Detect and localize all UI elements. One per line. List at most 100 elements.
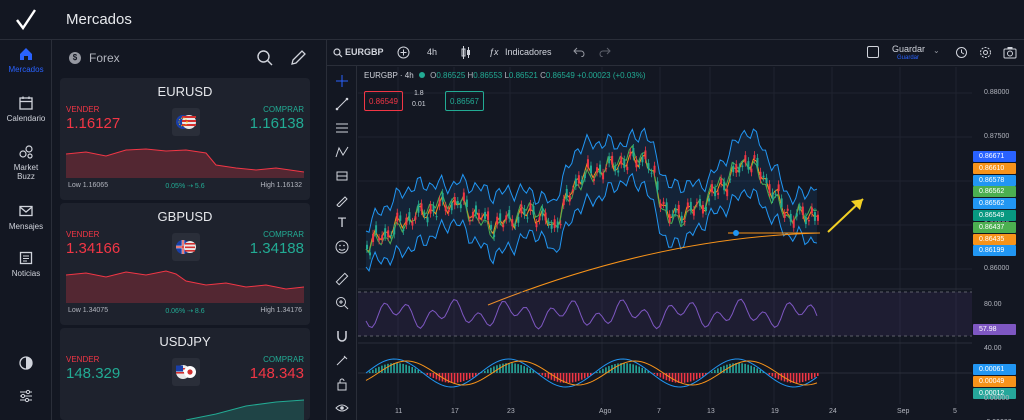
candle-body	[671, 213, 674, 217]
brush-icon[interactable]	[335, 193, 349, 207]
macd-histogram-bar	[759, 369, 762, 373]
edit-icon[interactable]	[289, 49, 307, 67]
sell-price-button[interactable]: 1.34166	[66, 240, 120, 257]
candle-body	[393, 228, 396, 235]
pattern-icon[interactable]	[335, 145, 349, 159]
buy-price-button[interactable]: 148.343	[250, 365, 304, 382]
candle-body	[387, 230, 390, 238]
price-axis[interactable]: 0.880000.875000.870000.865000.860000.866…	[972, 67, 1024, 420]
macd-histogram-bar	[574, 373, 577, 382]
calendar-icon	[19, 96, 33, 110]
chevron-down-icon[interactable]: ⌄	[933, 46, 940, 55]
ruler-icon[interactable]	[335, 272, 349, 286]
eye-icon[interactable]	[335, 401, 349, 415]
text-tool-icon[interactable]: T	[335, 214, 349, 230]
sell-button[interactable]: 0.86549	[364, 91, 403, 111]
candle-body	[456, 200, 459, 205]
sidebar-item-market-buzz[interactable]: Market Buzz	[0, 144, 52, 181]
buy-button[interactable]: 0.86567	[445, 91, 484, 111]
save-button[interactable]: Guardar	[892, 44, 925, 54]
sidebar-item-noticias[interactable]: Noticias	[0, 250, 52, 278]
macd-histogram-bar	[771, 373, 774, 377]
macd-histogram-bar	[701, 373, 704, 377]
candle-body	[677, 204, 680, 214]
app-logo-icon[interactable]	[14, 8, 38, 32]
magnet-icon[interactable]	[335, 329, 349, 343]
undo-icon[interactable]	[573, 47, 585, 57]
sell-price-button[interactable]: 1.16127	[66, 115, 120, 132]
lock-icon[interactable]	[335, 377, 349, 391]
alert-clock-icon[interactable]	[955, 46, 968, 59]
macd-histogram-bar	[444, 373, 447, 383]
candle-body	[795, 213, 798, 217]
candle-body	[596, 167, 599, 173]
market-card-eurusd[interactable]: EURUSD VENDER COMPRAR 1.16127 1.16138 Lo…	[60, 78, 310, 200]
eu-us-flag-icon	[172, 108, 200, 136]
sidebar-item-mensajes[interactable]: Mensajes	[0, 203, 52, 231]
candle-body	[526, 217, 529, 219]
macd-histogram-bar	[813, 373, 816, 378]
lock-drawing-icon[interactable]	[335, 353, 349, 367]
market-card-usdjpy[interactable]: USDJPY VENDER COMPRAR 148.329 148.343	[60, 328, 310, 420]
macd-histogram-bar	[635, 365, 637, 373]
trendline-icon[interactable]	[335, 97, 349, 111]
layout-icon[interactable]	[867, 46, 879, 58]
theme-toggle-icon[interactable]	[18, 355, 34, 371]
macd-histogram-bar	[583, 373, 586, 379]
market-card-gbpusd[interactable]: GBPUSD VENDER COMPRAR 1.34166 1.34188 Lo…	[60, 203, 310, 325]
sidebar-item-calendario[interactable]: Calendario	[0, 95, 52, 123]
macd-histogram-bar	[417, 369, 420, 373]
sidebar-item-label: Calendario	[6, 114, 46, 123]
redo-icon[interactable]	[599, 47, 611, 57]
macd-histogram-bar	[514, 363, 516, 373]
candle-body	[668, 214, 671, 223]
candle-body	[711, 184, 714, 193]
markets-panel: $ Forex EURUSD VENDER COMPRAR 1.16127 1.…	[52, 40, 320, 420]
search-icon[interactable]	[256, 49, 274, 67]
price-tag: 0.86562	[973, 186, 1016, 198]
zoom-in-icon[interactable]	[335, 296, 349, 310]
candle-body	[484, 211, 487, 219]
camera-icon[interactable]	[1003, 46, 1017, 59]
buy-price-button[interactable]: 1.16138	[250, 115, 304, 132]
candle-body	[556, 221, 559, 229]
candle-body	[726, 189, 729, 197]
macd-histogram-bar	[692, 373, 695, 381]
candle-body	[375, 225, 378, 234]
fib-icon[interactable]	[335, 121, 349, 135]
candle-body	[780, 198, 783, 208]
macd-histogram-bar	[559, 373, 562, 383]
emoji-icon[interactable]	[335, 240, 349, 254]
add-compare-icon[interactable]	[397, 46, 410, 59]
macd-histogram-bar	[529, 368, 532, 373]
candle-body	[517, 216, 520, 223]
macd-tag: 0.00061	[973, 364, 1016, 375]
symbol-search-button[interactable]: EURGBP	[345, 47, 384, 57]
candle-body	[692, 209, 695, 216]
indicators-button[interactable]: Indicadores	[505, 47, 552, 57]
macd-histogram-bar	[816, 373, 819, 376]
macd-histogram-bar	[565, 373, 568, 383]
interval-button[interactable]: 4h	[427, 47, 437, 57]
projection-icon[interactable]	[335, 169, 349, 183]
sidebar-item-mercados[interactable]: Mercados	[0, 46, 52, 74]
macd-histogram-bar	[602, 368, 604, 373]
legend-high: 0.86553	[473, 71, 503, 80]
candle-style-icon[interactable]	[460, 46, 472, 59]
candle-body	[474, 205, 477, 215]
sell-price-button[interactable]: 148.329	[66, 365, 120, 382]
candle-body	[378, 238, 381, 241]
settings-sliders-icon[interactable]	[18, 388, 34, 404]
candle-body	[411, 221, 414, 226]
category-selector[interactable]: Forex	[89, 51, 120, 65]
price-chart[interactable]	[358, 67, 972, 420]
candle-body	[372, 233, 375, 242]
time-axis[interactable]: 11 17 23 Ago 7 13 19 24 Sep 5	[358, 404, 972, 420]
buy-price-button[interactable]: 1.34188	[250, 240, 304, 257]
search-icon[interactable]	[333, 48, 343, 58]
candle-body	[735, 164, 738, 173]
macd-histogram-bar	[508, 363, 510, 373]
macd-histogram-bar	[465, 373, 468, 381]
gear-icon[interactable]	[979, 46, 992, 59]
crosshair-icon[interactable]	[335, 74, 349, 88]
